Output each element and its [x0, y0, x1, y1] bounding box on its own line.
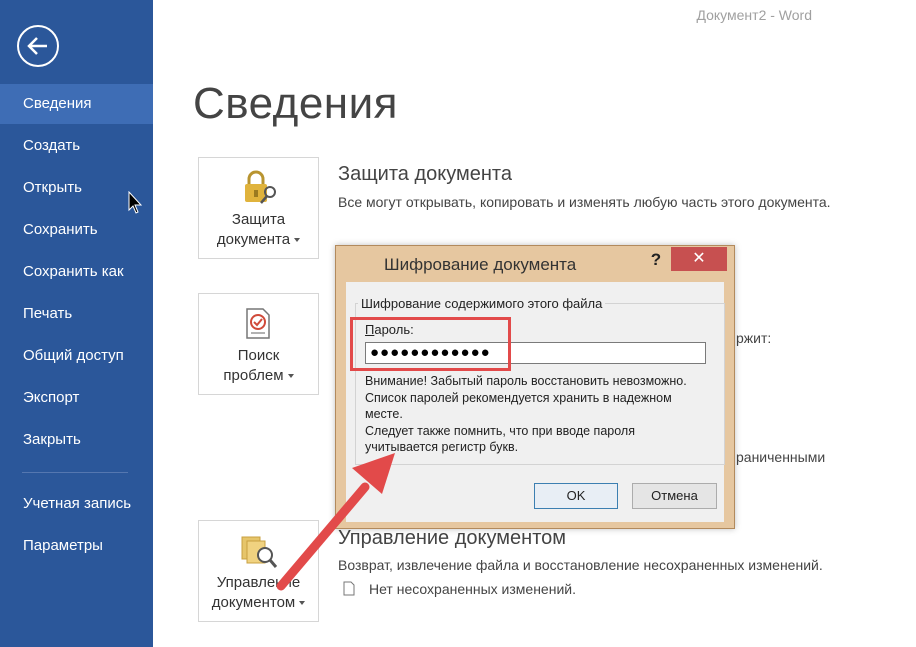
sidebar-item-share[interactable]: Общий доступ — [0, 336, 153, 376]
warning-line: месте. — [365, 407, 403, 421]
mouse-cursor-icon — [128, 191, 143, 214]
manage-document-tile[interactable]: Управление документом — [198, 520, 319, 622]
window-title: Документ2 - Word — [696, 7, 812, 23]
password-highlight-box — [350, 317, 511, 371]
inspect-document-icon — [246, 308, 270, 339]
sidebar-item-print[interactable]: Печать — [0, 294, 153, 334]
sidebar-item-save-as[interactable]: Сохранить как — [0, 252, 153, 292]
inspect-tile-label-line2-wrap: проблем — [199, 366, 318, 386]
manage-tile-label-line2-wrap: документом — [199, 593, 318, 613]
dropdown-caret-icon — [294, 238, 301, 243]
protect-document-tile[interactable]: Защита документа — [198, 157, 319, 259]
protect-section-text: Все могут открывать, копировать и изменя… — [338, 194, 831, 210]
document-icon — [343, 581, 355, 596]
manage-tile-label-line2: документом — [211, 594, 296, 611]
dialog-title: Шифрование документа — [384, 255, 577, 274]
group-legend: Шифрование содержимого этого файла — [358, 296, 606, 311]
back-button[interactable] — [17, 25, 59, 67]
protect-tile-label-line1: Защита — [231, 211, 286, 228]
protect-tile-label-line2-wrap: документа — [199, 230, 318, 250]
sidebar-item-account[interactable]: Учетная запись — [0, 484, 153, 524]
warning-line: Внимание! Забытый пароль восстановить не… — [365, 374, 687, 388]
backstage-sidebar: Сведения Создать Открыть Сохранить Сохра… — [0, 0, 153, 647]
page-title: Сведения — [193, 79, 399, 128]
warning-text: Внимание! Забытый пароль восстановить не… — [365, 373, 715, 456]
inspect-tile-label-line2: проблем — [223, 367, 284, 384]
dropdown-caret-icon — [287, 374, 294, 379]
inspect-text-partial-2: раниченными — [736, 449, 826, 465]
manage-tile-label-line1: Управление — [216, 574, 301, 591]
sidebar-item-options[interactable]: Параметры — [0, 526, 153, 566]
help-button[interactable]: ? — [644, 250, 668, 272]
sidebar-item-info[interactable]: Сведения — [0, 84, 153, 124]
manage-section-subtext: Нет несохраненных изменений. — [369, 581, 576, 597]
close-button[interactable]: ✕ — [671, 247, 727, 271]
manage-document-icon — [241, 536, 278, 568]
protect-section-title: Защита документа — [338, 163, 512, 185]
warning-line: Список паролей рекомендуется хранить в н… — [365, 390, 672, 405]
warning-line: учитывается регистр букв. — [365, 440, 519, 454]
sidebar-item-close[interactable]: Закрыть — [0, 420, 153, 460]
sidebar-item-export[interactable]: Экспорт — [0, 378, 153, 418]
check-issues-tile[interactable]: Поиск проблем — [198, 293, 319, 395]
inspect-text-partial-1: ржит: — [736, 330, 772, 346]
protect-tile-label-line2: документа — [216, 231, 291, 248]
sidebar-item-save[interactable]: Сохранить — [0, 210, 153, 250]
inspect-tile-label-line1: Поиск — [237, 347, 280, 364]
back-arrow-icon — [27, 37, 47, 55]
sidebar-divider — [22, 472, 128, 473]
warning-line: Следует также помнить, что при вводе пар… — [365, 423, 635, 438]
lock-key-icon — [245, 170, 276, 204]
manage-section-text: Возврат, извлечение файла и восстановлен… — [338, 557, 823, 573]
manage-section-title: Управление документом — [338, 527, 567, 549]
dropdown-caret-icon — [299, 601, 306, 606]
encrypt-document-dialog: Шифрование документа ? ✕ Шифрование соде… — [335, 245, 735, 529]
cancel-button[interactable]: Отмена — [632, 483, 717, 509]
ok-button[interactable]: OK — [534, 483, 618, 509]
sidebar-item-new[interactable]: Создать — [0, 126, 153, 166]
